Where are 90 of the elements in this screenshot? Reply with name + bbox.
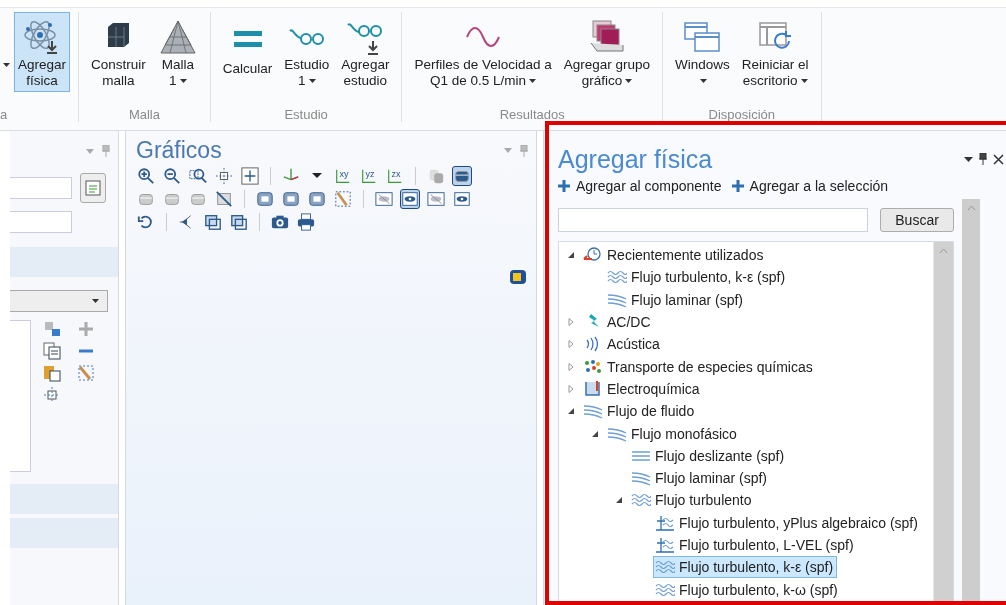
center-icon[interactable] bbox=[43, 386, 61, 404]
ribbon-button[interactable]: Estudio 1 bbox=[280, 12, 334, 92]
ribbon-button[interactable]: Malla 1 bbox=[153, 12, 202, 92]
collapse-arrow-icon[interactable] bbox=[615, 496, 623, 505]
printer-button[interactable] bbox=[296, 211, 316, 232]
clock-icon bbox=[583, 247, 603, 264]
dots-icon bbox=[583, 358, 603, 375]
waves-icon bbox=[655, 581, 675, 598]
panel-title: Gráficos bbox=[136, 137, 222, 164]
collapse-arrow-icon[interactable] bbox=[567, 251, 575, 260]
tree-item[interactable]: Electroquímica bbox=[581, 377, 704, 400]
group-label: Resultados bbox=[499, 107, 565, 122]
wall-flow-icon bbox=[655, 514, 675, 531]
flow-lines-icon bbox=[607, 291, 627, 308]
pane-menu-icon[interactable] bbox=[964, 156, 973, 162]
panel-title: Agregar física bbox=[558, 144, 713, 174]
search-button[interactable]: Buscar bbox=[880, 208, 954, 232]
plus-icon bbox=[558, 180, 570, 192]
expand-arrow-icon[interactable] bbox=[567, 340, 575, 349]
ribbon-button[interactable]: Agregar física bbox=[14, 12, 71, 92]
tree-item[interactable]: Flujo turbulento, yPlus algebraico (spf) bbox=[653, 511, 922, 534]
search-field[interactable] bbox=[558, 208, 869, 232]
paste-icon[interactable] bbox=[43, 364, 61, 382]
collapse-arrow-icon[interactable] bbox=[591, 429, 599, 438]
tree-item[interactable]: AC/DC bbox=[581, 311, 655, 334]
tree-item[interactable]: Recientemente utilizados bbox=[581, 244, 768, 267]
view-button[interactable]: xy bbox=[333, 165, 353, 186]
cylinder-button[interactable] bbox=[452, 165, 472, 186]
scrollbar[interactable] bbox=[933, 242, 953, 604]
wall-flow-icon bbox=[655, 537, 675, 553]
ribbon-button[interactable]: Perfiles de Velocidad a Q1 de 0.5 L/min bbox=[410, 12, 556, 92]
tree-item[interactable]: Flujo turbulento, k-ε (spf) bbox=[605, 266, 790, 289]
zoom-out-button[interactable] bbox=[162, 165, 182, 186]
tree-item[interactable]: Flujo turbulento, L-VEL (spf) bbox=[653, 534, 858, 556]
ribbon-button[interactable]: Agregar grupo gráfico bbox=[559, 12, 655, 92]
clear-selection-icon[interactable] bbox=[77, 364, 95, 382]
add-button[interactable]: Agregar a la selección bbox=[731, 178, 889, 194]
waves-icon bbox=[607, 269, 627, 286]
expand-arrow-icon[interactable] bbox=[567, 384, 575, 393]
beaker-icon bbox=[583, 380, 603, 397]
add-button[interactable]: Agregar al componente bbox=[558, 178, 722, 194]
collapse-arrow-icon[interactable] bbox=[567, 407, 575, 416]
flow-lines-icon bbox=[583, 403, 603, 420]
dropdown-field[interactable] bbox=[10, 290, 108, 312]
plus-icon[interactable] bbox=[77, 320, 95, 338]
group-label: a bbox=[0, 107, 8, 122]
input-field[interactable] bbox=[10, 211, 72, 233]
flow-lines-icon bbox=[631, 470, 651, 487]
ribbon-button[interactable]: Reiniciar el escritorio bbox=[737, 12, 813, 92]
tree-item[interactable]: Flujo turbulento bbox=[629, 489, 756, 512]
view-button[interactable]: zx bbox=[385, 165, 405, 186]
tree-item[interactable]: Acústica bbox=[581, 333, 664, 356]
ribbon-button[interactable]: Agregar estudio bbox=[337, 12, 394, 92]
tree-item[interactable]: Flujo turbulento, k-ω (spf) bbox=[653, 578, 842, 601]
copy-icon[interactable] bbox=[43, 342, 61, 360]
ribbon-button[interactable]: Calcular bbox=[218, 12, 277, 92]
move-icon[interactable] bbox=[43, 320, 61, 338]
expand-arrow-icon[interactable] bbox=[567, 318, 575, 327]
expand-arrow-icon[interactable] bbox=[567, 362, 575, 371]
panel-button[interactable] bbox=[80, 173, 106, 203]
group-label: Estudio bbox=[284, 107, 328, 122]
tree-item[interactable]: Flujo laminar (spf) bbox=[629, 467, 772, 490]
tree-item[interactable]: Flujo deslizante (spf) bbox=[629, 444, 789, 467]
caret-icon bbox=[3, 63, 10, 67]
input-field[interactable] bbox=[10, 177, 72, 199]
view-button[interactable]: yz bbox=[359, 165, 379, 186]
waves-icon bbox=[655, 559, 675, 576]
clear-selection-button[interactable] bbox=[333, 188, 353, 209]
dropdown-caret-icon bbox=[92, 299, 99, 303]
plus-icon bbox=[731, 180, 744, 192]
close-icon[interactable] bbox=[993, 153, 1004, 165]
group-label: Disposición bbox=[708, 107, 776, 122]
hide-button[interactable] bbox=[214, 188, 234, 209]
tree-item[interactable]: Flujo monofásico bbox=[605, 422, 741, 445]
tree-item[interactable]: Flujo de fluido bbox=[581, 400, 699, 423]
zoom-in-button[interactable] bbox=[136, 165, 156, 186]
tree-item[interactable]: Flujo laminar (spf) bbox=[605, 288, 748, 311]
list-window-icon bbox=[85, 180, 101, 196]
flow-lines-icon bbox=[607, 425, 627, 442]
scene-light-icon[interactable] bbox=[508, 267, 528, 287]
eye-button[interactable] bbox=[400, 188, 420, 209]
ribbon-button[interactable]: Windows bbox=[671, 12, 734, 92]
pin-icon[interactable] bbox=[979, 153, 987, 165]
tree-item[interactable]: Flujo turbulento, k-ε (spf) bbox=[653, 556, 838, 579]
group-label: Malla bbox=[128, 107, 160, 122]
tree-item[interactable]: Transporte de especies químicas bbox=[581, 355, 817, 378]
caret-icon bbox=[312, 173, 322, 178]
waves-icon bbox=[631, 492, 651, 509]
ribbon-button[interactable]: Construir malla bbox=[87, 12, 150, 92]
zoom-extents-button[interactable] bbox=[240, 165, 260, 186]
